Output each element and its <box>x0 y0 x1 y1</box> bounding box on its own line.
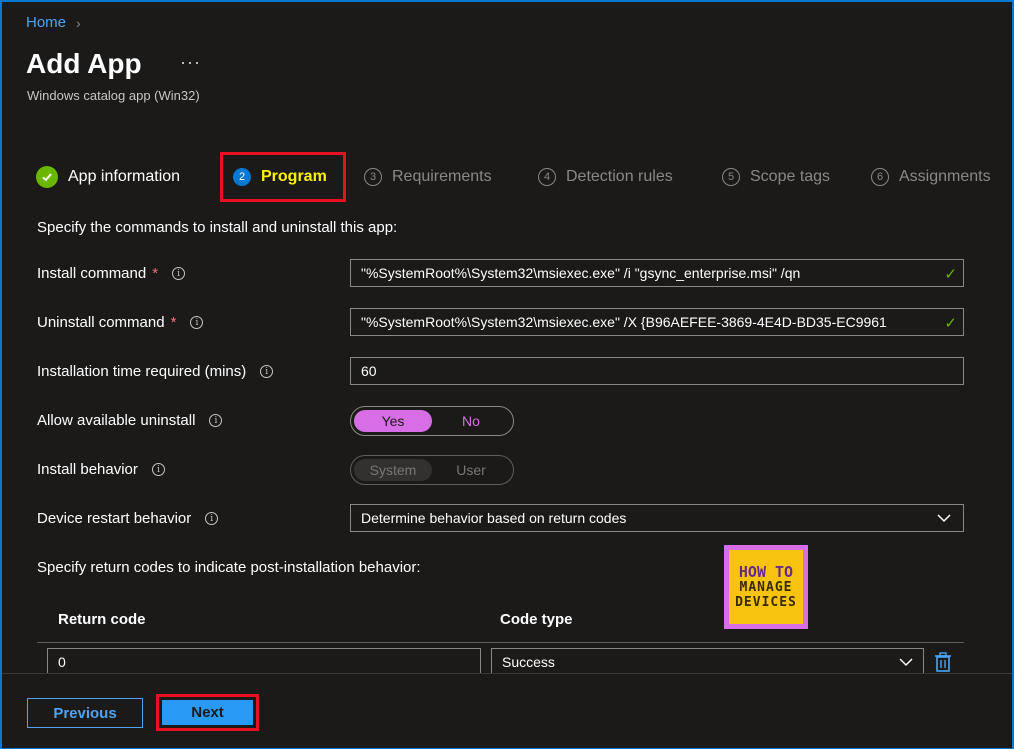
step-label: App information <box>68 168 181 185</box>
valid-check-icon: ✓ <box>944 315 957 332</box>
chevron-right-icon: › <box>76 14 81 31</box>
install-behavior-toggle: System User <box>350 455 514 485</box>
info-icon[interactable]: i <box>190 316 204 329</box>
step-number-icon: 4 <box>538 168 556 186</box>
tab-program[interactable]: 2 Program <box>220 152 346 202</box>
next-button-highlight: Next <box>156 694 259 731</box>
step-label: Requirements <box>392 168 492 185</box>
info-icon[interactable]: i <box>172 267 186 280</box>
install-time-input[interactable]: 60 <box>350 357 964 385</box>
more-options-icon[interactable]: ··· <box>180 52 201 73</box>
tab-detection-rules[interactable]: 4 Detection rules <box>538 152 673 202</box>
tab-scope-tags[interactable]: 5 Scope tags <box>722 152 830 202</box>
install-behavior-row: Install behavior i System User <box>37 455 967 485</box>
tab-app-information[interactable]: App information <box>36 152 180 202</box>
step-label: Detection rules <box>566 168 673 185</box>
input-value: "%SystemRoot%\System32\msiexec.exe" /X {… <box>361 314 887 330</box>
allow-uninstall-row: Allow available uninstall i Yes No <box>37 406 967 436</box>
valid-check-icon: ✓ <box>944 266 957 283</box>
install-time-label: Installation time required (mins) i <box>37 363 274 380</box>
step-label: Program <box>261 168 327 185</box>
label-text: Install behavior <box>37 461 138 478</box>
install-command-input[interactable]: "%SystemRoot%\System32\msiexec.exe" /i "… <box>350 259 964 287</box>
label-text: Allow available uninstall <box>37 412 196 429</box>
page-subtitle: Windows catalog app (Win32) <box>27 88 200 103</box>
restart-behavior-row: Device restart behavior i Determine beha… <box>37 504 967 534</box>
uninstall-command-row: Uninstall command * i "%SystemRoot%\Syst… <box>37 308 967 338</box>
restart-behavior-label: Device restart behavior i <box>37 510 219 527</box>
page-title: Add App <box>26 48 142 79</box>
logo-line-2: MANAGE <box>739 579 793 595</box>
breadcrumb-home-link[interactable]: Home <box>26 14 66 31</box>
input-value: "%SystemRoot%\System32\msiexec.exe" /i "… <box>361 265 801 281</box>
chevron-down-icon <box>935 509 953 530</box>
label-text: Installation time required (mins) <box>37 363 247 380</box>
label-text: Install command <box>37 265 147 282</box>
info-icon[interactable]: i <box>260 365 274 378</box>
column-header-code-type: Code type <box>500 611 573 628</box>
allow-uninstall-toggle[interactable]: Yes No <box>350 406 514 436</box>
footer-bar <box>2 673 1012 748</box>
step-label: Scope tags <box>750 168 831 185</box>
tab-requirements[interactable]: 3 Requirements <box>364 152 492 202</box>
tab-assignments[interactable]: 6 Assignments <box>871 152 991 202</box>
column-header-return-code: Return code <box>58 611 146 628</box>
commands-intro: Specify the commands to install and unin… <box>37 219 398 236</box>
toggle-yes-option[interactable]: Yes <box>354 410 432 432</box>
step-number-icon: 6 <box>871 168 889 186</box>
chevron-down-icon <box>897 653 915 674</box>
code-type-dropdown[interactable]: Success <box>491 648 924 676</box>
logo-line-1: HOW TO <box>738 562 794 581</box>
input-value: 60 <box>361 363 377 379</box>
install-time-row: Installation time required (mins) i 60 <box>37 357 967 387</box>
info-icon[interactable]: i <box>151 463 165 476</box>
required-marker: * <box>152 265 159 282</box>
input-value: 0 <box>58 654 66 670</box>
toggle-user-option: User <box>456 462 486 478</box>
return-codes-intro: Specify return codes to indicate post-in… <box>37 559 421 576</box>
restart-behavior-dropdown[interactable]: Determine behavior based on return codes <box>350 504 964 532</box>
info-icon[interactable]: i <box>209 414 223 427</box>
toggle-system-option: System <box>354 459 432 481</box>
info-icon[interactable]: i <box>205 512 219 525</box>
step-number-icon: 3 <box>364 168 382 186</box>
toggle-no-option[interactable]: No <box>432 410 510 432</box>
install-behavior-label: Install behavior i <box>37 461 165 478</box>
previous-button[interactable]: Previous <box>27 698 143 728</box>
label-text: Uninstall command <box>37 314 165 331</box>
checkmark-icon <box>36 166 58 188</box>
dropdown-value: Success <box>502 654 555 670</box>
next-button[interactable]: Next <box>162 700 253 725</box>
install-command-label: Install command * i <box>37 265 186 282</box>
step-label: Assignments <box>899 168 991 185</box>
required-marker: * <box>170 314 177 331</box>
return-codes-table-header: Return code Code type <box>37 605 964 643</box>
step-number-icon: 5 <box>722 168 740 186</box>
wizard-steps: App information 2 Program 3 Requirements… <box>36 152 1011 202</box>
allow-uninstall-label: Allow available uninstall i <box>37 412 223 429</box>
return-code-input[interactable]: 0 <box>47 648 481 676</box>
uninstall-command-label: Uninstall command * i <box>37 314 204 331</box>
label-text: Device restart behavior <box>37 510 192 527</box>
install-command-row: Install command * i "%SystemRoot%\System… <box>37 259 967 289</box>
uninstall-command-input[interactable]: "%SystemRoot%\System32\msiexec.exe" /X {… <box>350 308 964 336</box>
step-number-icon: 2 <box>233 168 251 186</box>
dropdown-value: Determine behavior based on return codes <box>361 510 627 526</box>
breadcrumb: Home › <box>26 14 81 31</box>
